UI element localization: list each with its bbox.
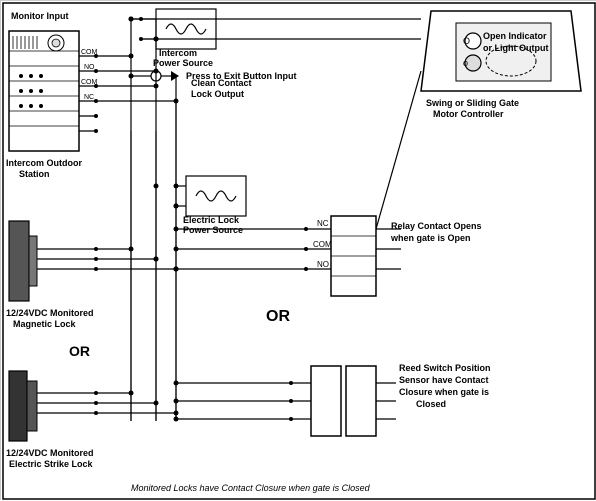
svg-text:Power Source: Power Source (183, 225, 243, 235)
relay-contact-label: Relay Contact Opens (391, 221, 482, 231)
svg-text:NC: NC (317, 219, 329, 228)
svg-text:COM: COM (81, 79, 98, 86)
svg-text:Closure when gate is: Closure when gate is (399, 387, 489, 397)
svg-text:Lock Output: Lock Output (191, 89, 244, 99)
intercom-outdoor-station-label2: Station (19, 169, 50, 179)
or-label-middle: OR (266, 308, 290, 325)
clean-contact-label: Clean Contact (191, 78, 252, 88)
svg-text:Power Source: Power Source (153, 58, 213, 68)
svg-text:COM: COM (313, 240, 332, 249)
wiring-diagram: COM NO COM NC Monitor Input Intercom Out… (0, 0, 596, 500)
open-indicator-label: Open Indicator (483, 31, 547, 41)
intercom-power-source-label: Intercom (159, 48, 197, 58)
intercom-outdoor-station-label: Intercom Outdoor (6, 158, 82, 168)
svg-text:Closed: Closed (416, 399, 446, 409)
or-label-top: OR (69, 343, 90, 359)
svg-text:NC: NC (84, 94, 94, 101)
svg-text:Motor Controller: Motor Controller (433, 109, 504, 119)
svg-text:NO: NO (84, 64, 95, 71)
monitor-input-label: Monitor Input (11, 11, 68, 21)
svg-text:or Light Output: or Light Output (483, 43, 548, 53)
svg-text:NO: NO (317, 260, 329, 269)
reed-switch-label: Reed Switch Position (399, 363, 491, 373)
svg-text:Sensor have Contact: Sensor have Contact (399, 375, 489, 385)
electric-strike-label: 12/24VDC Monitored (6, 448, 94, 458)
svg-text:Magnetic Lock: Magnetic Lock (13, 319, 77, 329)
svg-text:o: o (463, 58, 468, 68)
magnetic-lock-label: 12/24VDC Monitored (6, 308, 94, 318)
svg-text:Electric Strike Lock: Electric Strike Lock (9, 459, 94, 469)
swing-gate-label: Swing or Sliding Gate (426, 98, 519, 108)
svg-text:when gate is Open: when gate is Open (390, 233, 471, 243)
svg-text:O: O (463, 36, 470, 46)
svg-text:COM: COM (81, 49, 98, 56)
electric-lock-power-label: Electric Lock (183, 215, 240, 225)
bottom-note: Monitored Locks have Contact Closure whe… (131, 483, 371, 493)
